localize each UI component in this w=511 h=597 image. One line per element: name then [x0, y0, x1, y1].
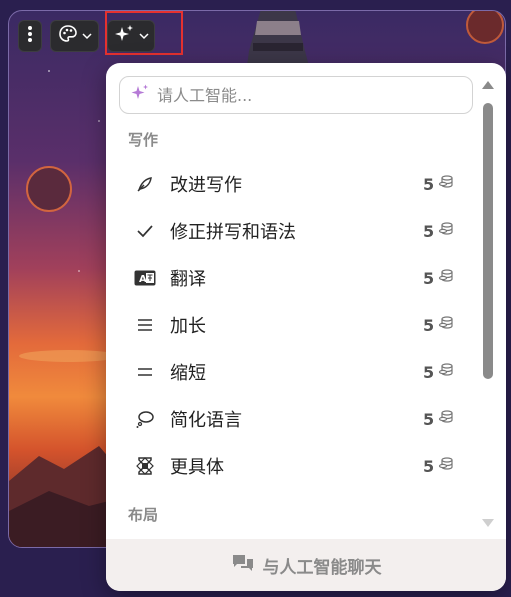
chat-bubbles-icon	[231, 553, 255, 577]
check-icon	[134, 220, 156, 242]
credit-cost-value: 5	[423, 221, 435, 241]
menu-item-label: 更具体	[170, 457, 224, 478]
coins-icon	[438, 221, 454, 241]
coins-icon	[438, 315, 454, 335]
palette-icon	[58, 24, 78, 48]
translate-icon: A	[134, 267, 156, 289]
speech-bubble-icon	[134, 408, 156, 430]
menu-item-lengthen[interactable]: 加长 5	[106, 302, 476, 348]
feather-icon	[134, 173, 156, 195]
credit-cost-value: 5	[423, 268, 435, 288]
menu-item-label: 加长	[170, 316, 206, 337]
credit-cost-value: 5	[423, 362, 435, 382]
ai-menu-panel: 写作 改进写作 5 修正拼写和语法 5 A 翻译 5	[106, 63, 506, 591]
chat-with-ai-button[interactable]: 与人工智能聊天	[106, 539, 506, 591]
scroll-up-arrow-icon[interactable]	[482, 81, 494, 89]
menu-item-translate[interactable]: A 翻译 5	[106, 255, 476, 301]
vertical-dots-icon	[27, 25, 33, 47]
coins-icon	[438, 456, 454, 476]
scroll-thumb[interactable]	[483, 103, 493, 379]
coins-icon	[438, 268, 454, 288]
menu-item-label: 翻译	[170, 269, 206, 290]
menu-scrollbar[interactable]	[480, 79, 496, 539]
menu-item-label: 简化语言	[170, 410, 242, 431]
credit-cost: 5	[423, 221, 454, 241]
coins-icon	[438, 174, 454, 194]
ai-prompt-search	[119, 76, 473, 114]
lines-icon	[134, 314, 156, 336]
menu-item-simplify-language[interactable]: 简化语言 5	[106, 396, 476, 442]
menu-item-shorten[interactable]: 缩短 5	[106, 349, 476, 395]
style-theme-button[interactable]	[50, 20, 99, 52]
credit-cost: 5	[423, 362, 454, 382]
credit-cost: 5	[423, 456, 454, 476]
coins-icon	[438, 362, 454, 382]
more-options-button[interactable]	[18, 20, 42, 52]
menu-item-improve-writing[interactable]: 改进写作 5	[106, 161, 476, 207]
focus-icon	[134, 455, 156, 477]
section-label-layout: 布局	[128, 506, 159, 524]
menu-item-more-specific[interactable]: 更具体 5	[106, 443, 476, 489]
menu-item-label: 改进写作	[170, 175, 242, 196]
chat-with-ai-label: 与人工智能聊天	[262, 557, 382, 578]
credit-cost: 5	[423, 174, 454, 194]
ai-button-highlight	[105, 11, 183, 55]
section-label-writing: 写作	[128, 131, 159, 149]
credit-cost-value: 5	[423, 174, 435, 194]
credit-cost-value: 5	[423, 315, 435, 335]
menu-item-label: 修正拼写和语法	[170, 222, 296, 243]
coins-icon	[438, 409, 454, 429]
ai-prompt-input[interactable]	[157, 85, 457, 105]
menu-item-fix-spelling-grammar[interactable]: 修正拼写和语法 5	[106, 208, 476, 254]
credit-cost-value: 5	[423, 456, 435, 476]
credit-cost: 5	[423, 315, 454, 335]
credit-cost-value: 5	[423, 409, 435, 429]
scroll-down-arrow-icon[interactable]	[482, 519, 494, 527]
equals-icon	[134, 361, 156, 383]
credit-cost: 5	[423, 409, 454, 429]
menu-item-label: 缩短	[170, 363, 206, 384]
chevron-down-icon	[81, 28, 92, 44]
sparkles-icon	[130, 83, 150, 107]
credit-cost: 5	[423, 268, 454, 288]
svg-text:A: A	[139, 274, 147, 285]
